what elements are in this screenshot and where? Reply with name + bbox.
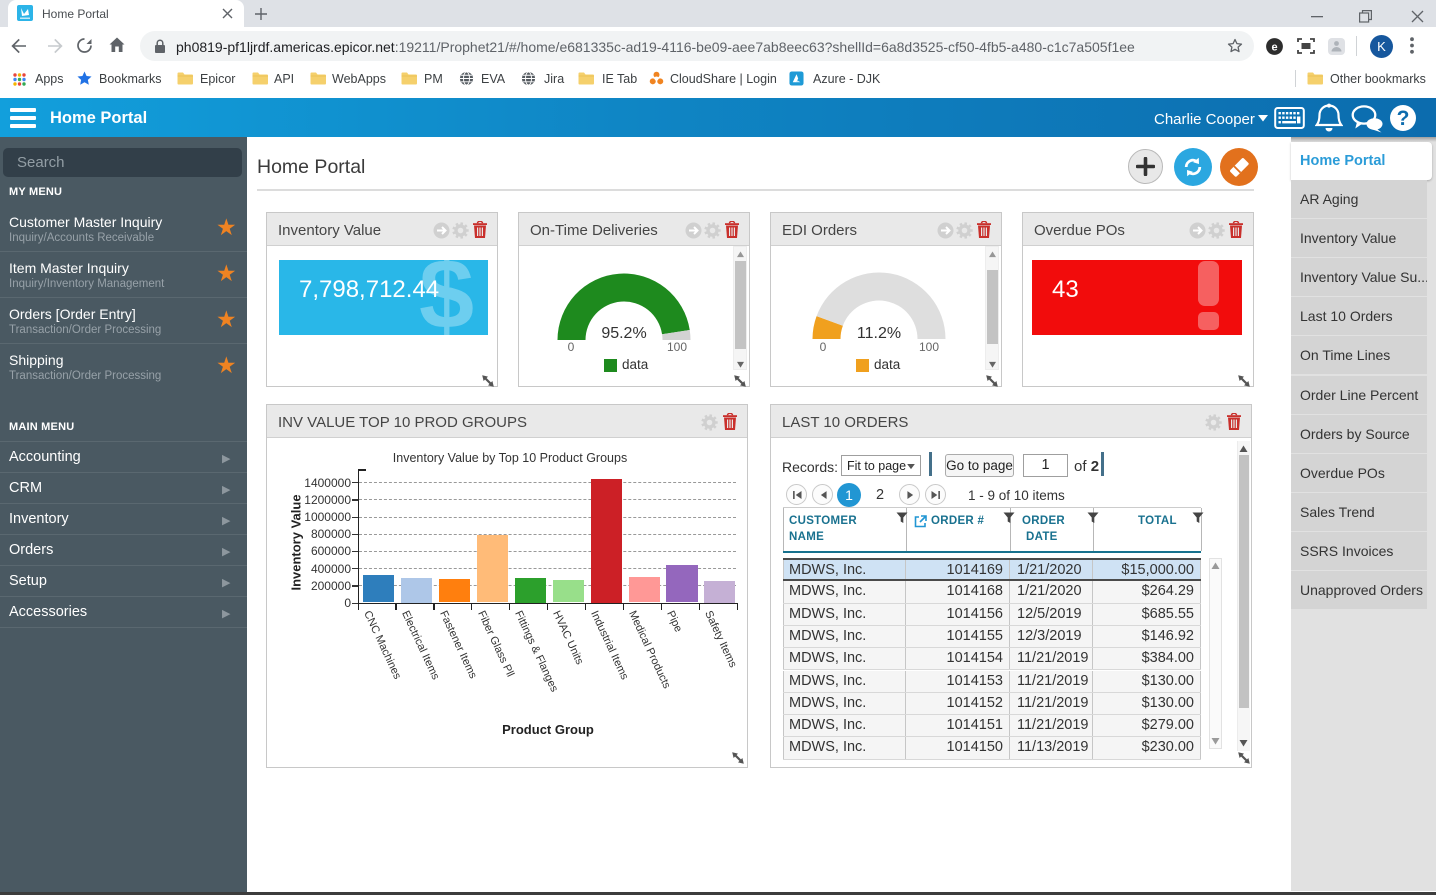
svg-text:e: e — [1271, 41, 1277, 53]
